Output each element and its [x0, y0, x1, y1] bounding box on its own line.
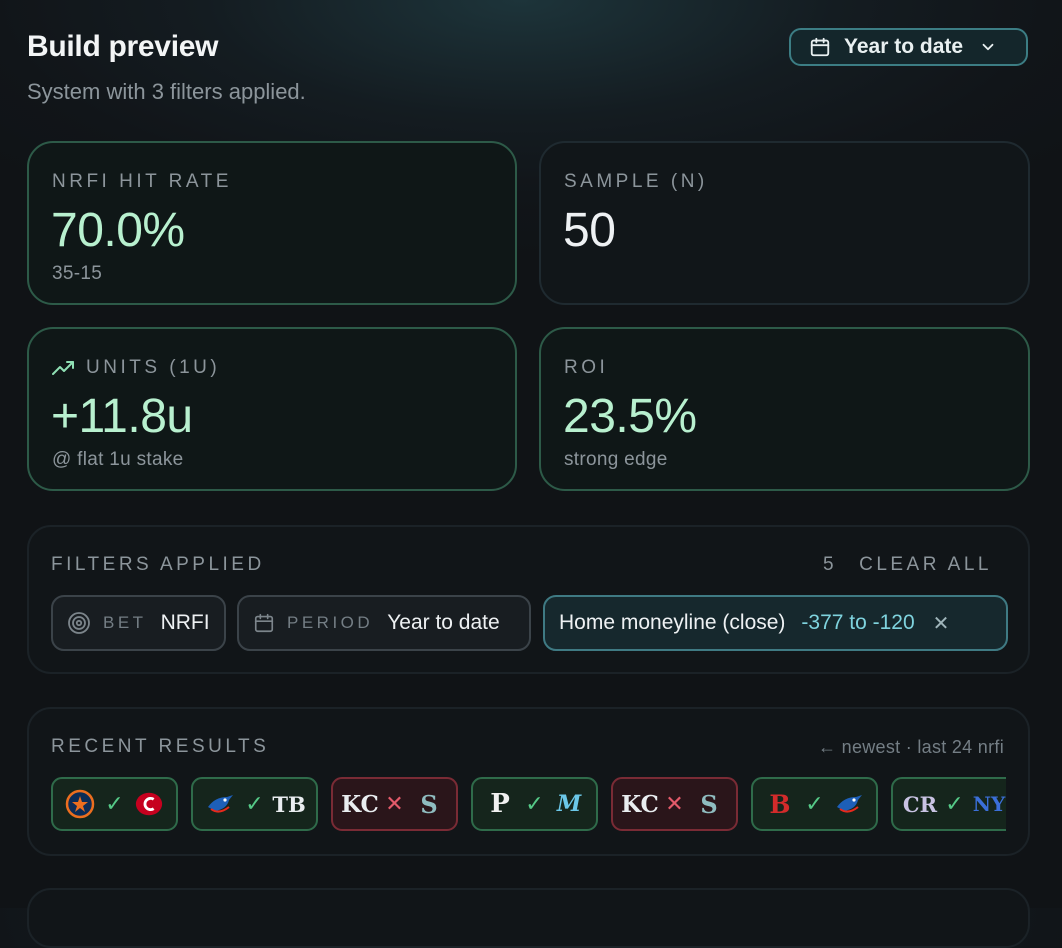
- units-label: UNITS (1U): [86, 357, 221, 378]
- remove-filter-icon[interactable]: ✕: [933, 611, 950, 636]
- blue-jays-logo-icon: [834, 789, 864, 819]
- units-card: UNITS (1U) +11.8u @ flat 1u stake: [27, 327, 517, 491]
- calendar-icon: [810, 37, 830, 57]
- mets-logo-icon: NY: [972, 792, 1006, 816]
- sample-label: SAMPLE (N): [564, 171, 708, 192]
- result-chip-tor-tb[interactable]: ✓ TB: [191, 777, 318, 831]
- result-chip-kc-sea[interactable]: KC ✕ S: [331, 777, 458, 831]
- units-label-row: UNITS (1U): [52, 357, 220, 379]
- win-check-icon: ✓: [525, 791, 544, 816]
- result-chip-col-nym[interactable]: CR ✓ NY: [891, 777, 1006, 831]
- result-chip-kc-sea-2[interactable]: KC ✕ S: [611, 777, 738, 831]
- hit-rate-record: 35-15: [52, 263, 103, 284]
- win-check-icon: ✓: [245, 791, 264, 816]
- mariners-logo-icon: S: [700, 789, 718, 819]
- loss-x-icon: ✕: [385, 791, 404, 816]
- royals-logo-icon: KC: [621, 790, 659, 818]
- hit-rate-card: NRFI HIT RATE 70.0% 35-15: [27, 141, 517, 305]
- recent-results-panel: RECENT RESULTS ← newest · last 24 nrfi ✓…: [27, 707, 1030, 856]
- filter-value-bet: NRFI: [160, 611, 210, 634]
- page-subtitle: System with 3 filters applied.: [27, 79, 306, 104]
- marlins-logo-icon: M: [556, 791, 582, 817]
- blue-jays-logo-icon: [205, 789, 235, 819]
- units-stake: @ flat 1u stake: [52, 449, 184, 470]
- clear-all-button[interactable]: CLEAR ALL: [859, 554, 992, 576]
- filter-value-period: Year to date: [387, 611, 500, 634]
- mariners-logo-icon: S: [420, 789, 438, 819]
- win-check-icon: ✓: [105, 791, 124, 816]
- filter-chip-bet[interactable]: BET NRFI: [51, 595, 226, 651]
- filter-chip-home-moneyline[interactable]: Home moneyline (close) -377 to -120 ✕: [543, 595, 1008, 651]
- phillies-logo-icon: P: [490, 789, 510, 819]
- loss-x-icon: ✕: [665, 791, 684, 816]
- filter-chip-period[interactable]: PERIOD Year to date: [237, 595, 531, 651]
- next-panel: [27, 888, 1030, 948]
- date-range-label: Year to date: [844, 35, 964, 58]
- astros-logo-icon: [65, 789, 95, 819]
- royals-logo-icon: KC: [341, 790, 379, 818]
- result-chip-bos-tor[interactable]: B ✓: [751, 777, 878, 831]
- sample-card: SAMPLE (N) 50: [539, 141, 1030, 305]
- chevron-down-icon: [982, 43, 994, 51]
- page-title: Build preview: [27, 30, 219, 63]
- win-check-icon: ✓: [805, 791, 824, 816]
- reds-logo-icon: [134, 789, 164, 819]
- recent-results-strip[interactable]: ✓ ✓ TB KC ✕ S P ✓ M KC ✕ S B ✓ CR ✓ NY: [51, 777, 1006, 833]
- roi-note: strong edge: [564, 449, 668, 470]
- filter-key-period: PERIOD: [287, 613, 374, 632]
- filter-name-home-moneyline: Home moneyline (close): [559, 611, 786, 634]
- red-sox-logo-icon: B: [769, 789, 791, 819]
- filters-count: 5: [823, 554, 838, 575]
- recent-results-label: RECENT RESULTS: [51, 736, 270, 757]
- result-chip-phi-mia[interactable]: P ✓ M: [471, 777, 598, 831]
- sample-value: 50: [563, 204, 616, 257]
- roi-card: ROI 23.5% strong edge: [539, 327, 1030, 491]
- date-range-dropdown[interactable]: Year to date: [789, 28, 1028, 66]
- result-chip-hou-cin[interactable]: ✓: [51, 777, 178, 831]
- roi-label: ROI: [564, 357, 609, 378]
- rays-logo-icon: TB: [272, 791, 306, 817]
- trending-up-icon: [52, 361, 74, 375]
- filters-actions: 5 CLEAR ALL: [823, 554, 992, 576]
- filter-range-home-moneyline: -377 to -120: [801, 611, 915, 634]
- rockies-logo-icon: CR: [902, 791, 938, 817]
- filters-panel: FILTERS APPLIED 5 CLEAR ALL BET NRFI PER…: [27, 525, 1030, 674]
- win-check-icon: ✓: [945, 791, 964, 816]
- hit-rate-value: 70.0%: [51, 204, 185, 257]
- calendar-icon: [254, 613, 274, 633]
- roi-value: 23.5%: [563, 390, 697, 443]
- filter-key-bet: BET: [103, 613, 147, 632]
- recent-results-hint: ← newest · last 24 nrfi: [818, 737, 1004, 757]
- hit-rate-label: NRFI HIT RATE: [52, 171, 232, 192]
- units-value: +11.8u: [51, 390, 193, 443]
- filters-label: FILTERS APPLIED: [51, 554, 265, 575]
- target-icon: [68, 612, 90, 634]
